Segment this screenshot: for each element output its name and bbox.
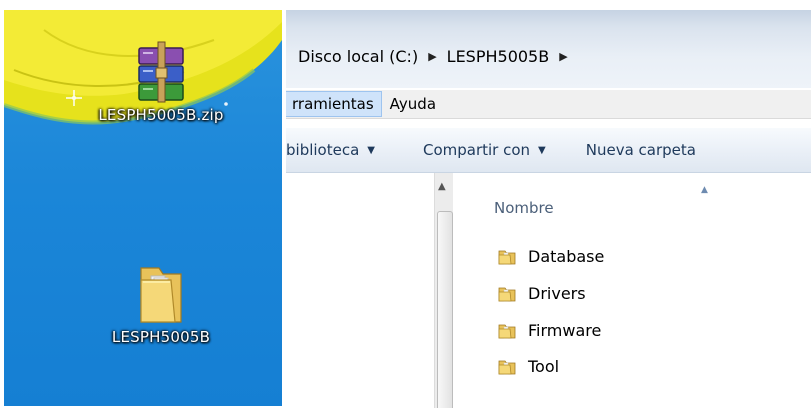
desktop-area: LESPH5005B.zip LESPH5005B xyxy=(4,10,282,406)
desktop-icon-label: LESPH5005B.zip xyxy=(98,106,224,124)
breadcrumb: Disco local (C:) ▶ LESPH5005B ▶ xyxy=(286,38,811,74)
command-bar: biblioteca ▼ Compartir con ▼ Nueva carpe… xyxy=(286,128,811,173)
folder-icon xyxy=(498,324,516,338)
desktop-icon-zip[interactable]: LESPH5005B.zip xyxy=(76,40,246,124)
winrar-archive-icon xyxy=(138,41,184,103)
toolbar-label: Nueva carpeta xyxy=(585,141,696,159)
file-name: Firmware xyxy=(528,321,602,340)
desktop-icon-label: LESPH5005B xyxy=(111,328,211,346)
include-in-library-button[interactable]: biblioteca ▼ xyxy=(286,141,375,159)
new-folder-button[interactable]: Nueva carpeta xyxy=(586,141,696,159)
explorer-window: Disco local (C:) ▶ LESPH5005B ▶ rramient… xyxy=(286,10,811,408)
scroll-up-arrow-icon[interactable]: ▲ xyxy=(438,181,446,192)
column-header-name[interactable]: Nombre xyxy=(494,199,554,217)
folder-icon xyxy=(498,250,516,264)
folder-icon xyxy=(498,360,516,374)
file-name: Database xyxy=(528,247,605,266)
dropdown-arrow-icon: ▼ xyxy=(367,144,375,156)
menu-herramientas[interactable]: rramientas xyxy=(286,91,382,117)
file-name: Tool xyxy=(528,357,560,376)
nav-scrollbar[interactable]: ▲ xyxy=(434,173,453,408)
share-with-button[interactable]: Compartir con ▼ xyxy=(423,141,546,159)
navigation-pane[interactable] xyxy=(286,173,434,408)
toolbar-label: biblioteca xyxy=(286,141,360,159)
file-row[interactable]: Firmware xyxy=(498,321,601,340)
file-row[interactable]: Database xyxy=(498,247,604,266)
menu-bar: rramientas Ayuda xyxy=(286,90,811,119)
menu-ayuda[interactable]: Ayuda xyxy=(382,91,444,117)
breadcrumb-item-drive[interactable]: Disco local (C:) xyxy=(298,47,418,66)
folder-icon xyxy=(140,267,182,323)
folder-icon xyxy=(498,287,516,301)
scroll-thumb[interactable] xyxy=(437,211,453,408)
file-name: Drivers xyxy=(528,284,586,303)
sort-ascending-icon: ▲ xyxy=(701,185,708,195)
breadcrumb-chevron-icon[interactable]: ▶ xyxy=(559,50,567,63)
toolbar-label: Compartir con xyxy=(422,141,531,159)
breadcrumb-chevron-icon[interactable]: ▶ xyxy=(428,50,436,63)
dropdown-arrow-icon: ▼ xyxy=(538,144,546,156)
file-row[interactable]: Drivers xyxy=(498,284,586,303)
desktop-icon-folder[interactable]: LESPH5005B xyxy=(76,260,246,346)
file-row[interactable]: Tool xyxy=(498,357,559,376)
breadcrumb-item-folder[interactable]: LESPH5005B xyxy=(447,47,550,66)
file-list: ▲ Nombre Database Drivers Firmware Tool xyxy=(456,173,811,408)
address-bar[interactable]: Disco local (C:) ▶ LESPH5005B ▶ xyxy=(286,10,811,88)
